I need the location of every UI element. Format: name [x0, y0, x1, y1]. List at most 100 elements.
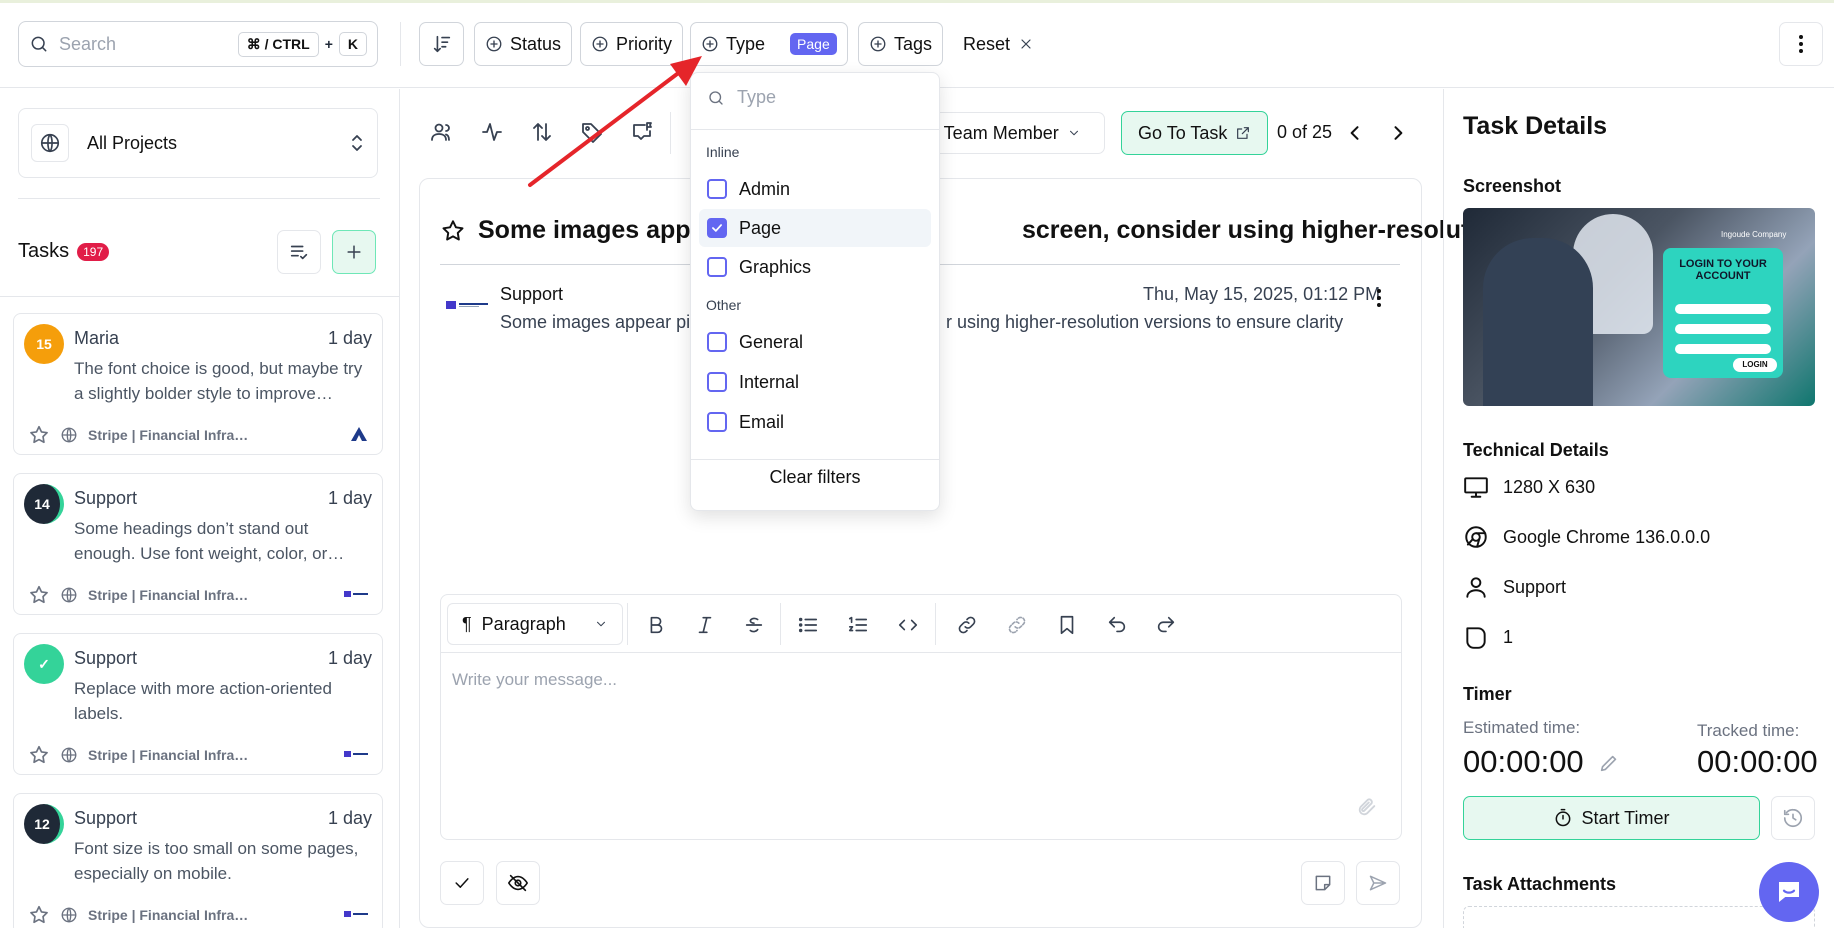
checkbox[interactable] — [707, 257, 727, 277]
link-button[interactable] — [954, 612, 980, 638]
type-search-input[interactable]: Type — [707, 87, 776, 108]
strikethrough-button[interactable] — [741, 612, 767, 638]
attachment-dropzone[interactable] — [1463, 906, 1815, 928]
screenshot-field — [1675, 324, 1771, 334]
block-type-select[interactable]: ¶ Paragraph — [447, 603, 623, 645]
message-input[interactable]: Write your message... — [452, 670, 617, 690]
star-icon[interactable] — [28, 904, 50, 926]
screenshot-field — [1675, 304, 1771, 314]
search-input[interactable]: Search ⌘ / CTRL + K — [18, 21, 378, 67]
sort-button[interactable] — [419, 22, 464, 66]
plus-circle-icon — [870, 36, 886, 52]
project-select[interactable]: All Projects — [18, 108, 378, 178]
type-option-page[interactable]: Page — [699, 209, 931, 247]
star-icon[interactable] — [28, 424, 50, 446]
company-logo-icon — [351, 427, 367, 441]
chrome-icon — [1465, 526, 1487, 548]
activity-button[interactable] — [478, 118, 506, 146]
bullet-list-icon — [798, 617, 818, 633]
add-task-button[interactable] — [332, 230, 376, 274]
chevron-left-icon[interactable] — [1345, 122, 1365, 144]
reset-filters-button[interactable]: Reset — [963, 22, 1034, 66]
filter-type-label: Type — [726, 33, 766, 54]
group-label: Inline — [706, 144, 740, 160]
pencil-icon[interactable] — [1598, 752, 1620, 774]
divider — [18, 198, 380, 199]
send-button[interactable] — [1356, 861, 1400, 905]
globe-icon — [61, 587, 77, 603]
checkbox[interactable] — [707, 372, 727, 392]
filter-tags-button[interactable]: Tags — [858, 22, 944, 66]
attachment-icon[interactable] — [1356, 796, 1378, 818]
chevron-down-icon — [596, 621, 606, 627]
filter-type-button[interactable]: Type Page — [690, 22, 848, 66]
bookmark-icon — [1060, 615, 1074, 635]
divider — [627, 603, 628, 645]
checkbox[interactable] — [707, 332, 727, 352]
star-icon[interactable] — [28, 584, 50, 606]
go-to-task-button[interactable]: Go To Task — [1121, 111, 1269, 155]
code-button[interactable] — [895, 612, 921, 638]
task-card[interactable]: 14 Support 1 day Some headings don’t sta… — [13, 473, 383, 615]
type-option-email[interactable]: Email — [699, 403, 931, 441]
bullet-list-button[interactable] — [795, 612, 821, 638]
chat-widget-button[interactable] — [1759, 862, 1819, 922]
tasks-count-badge: 197 — [77, 242, 110, 261]
screenshot-thumbnail[interactable]: Ingoude Company LOGIN TO YOUR ACCOUNT LO… — [1463, 208, 1815, 406]
numbered-list-button[interactable] — [845, 612, 871, 638]
comment-options-icon[interactable] — [1376, 288, 1382, 308]
task-author: Support — [74, 648, 138, 668]
task-card[interactable]: 15 Maria 1 day The font choice is good, … — [13, 313, 383, 455]
task-project: Stripe | Financial Infra… — [88, 427, 249, 443]
star-icon[interactable] — [440, 218, 466, 244]
screenshot-heading: Screenshot — [1463, 176, 1562, 196]
browser-row: Google Chrome 136.0.0.0 — [1463, 524, 1710, 550]
star-icon[interactable] — [28, 744, 50, 766]
person-shape — [1483, 238, 1593, 406]
type-option-admin[interactable]: Admin — [699, 170, 931, 208]
hide-button[interactable] — [496, 861, 540, 905]
task-time: 1 day — [327, 488, 372, 508]
type-option-graphics[interactable]: Graphics — [699, 248, 931, 286]
italic-button[interactable] — [692, 612, 718, 638]
bold-button[interactable] — [643, 612, 669, 638]
start-timer-button[interactable]: Start Timer — [1463, 796, 1760, 840]
checkbox[interactable] — [707, 179, 727, 199]
type-option-general[interactable]: General — [699, 323, 931, 361]
screenshot-field — [1675, 344, 1771, 354]
option-label: General — [739, 331, 804, 352]
resolve-button[interactable] — [440, 861, 484, 905]
company-logo-icon — [344, 591, 368, 597]
strikethrough-icon — [745, 617, 763, 633]
checkbox[interactable] — [707, 412, 727, 432]
task-list-options-button[interactable] — [277, 230, 321, 274]
task-card[interactable]: ✓ Support 1 day Replace with more action… — [13, 633, 383, 775]
task-card[interactable]: 12 Support 1 day Font size is too small … — [13, 793, 383, 928]
note-button[interactable] — [1301, 861, 1345, 905]
users-icon — [431, 123, 450, 141]
task-text: The font choice is good, but maybe try a… — [74, 359, 363, 403]
timer-history-button[interactable] — [1771, 796, 1815, 840]
undo-button[interactable] — [1104, 612, 1130, 638]
technical-heading: Technical Details — [1463, 440, 1609, 460]
bookmark-button[interactable] — [1054, 612, 1080, 638]
more-options-button[interactable] — [1779, 22, 1823, 66]
globe-icon — [61, 427, 77, 443]
screenshot-login-card: LOGIN TO YOUR ACCOUNT LOGIN — [1663, 248, 1783, 378]
italic-icon — [698, 616, 712, 634]
company-logo-icon — [344, 911, 368, 917]
company-logo-icon — [446, 301, 488, 309]
type-option-internal[interactable]: Internal — [699, 363, 931, 401]
unlink-button[interactable] — [1004, 612, 1030, 638]
assignees-button[interactable] — [428, 118, 456, 146]
start-timer-label: Start Timer — [1581, 807, 1670, 828]
chevron-right-icon[interactable] — [1388, 122, 1408, 144]
task-text: Font size is too small on some pages, es… — [74, 839, 359, 883]
task-project: Stripe | Financial Infra… — [88, 907, 249, 923]
group-label: Other — [706, 297, 742, 313]
redo-button[interactable] — [1153, 612, 1179, 638]
estimated-label: Estimated time: — [1463, 718, 1581, 737]
clear-filters-button[interactable]: Clear filters — [691, 467, 939, 488]
team-member-select[interactable]: n Team Member — [925, 112, 1105, 154]
checkbox-checked[interactable] — [707, 218, 727, 238]
